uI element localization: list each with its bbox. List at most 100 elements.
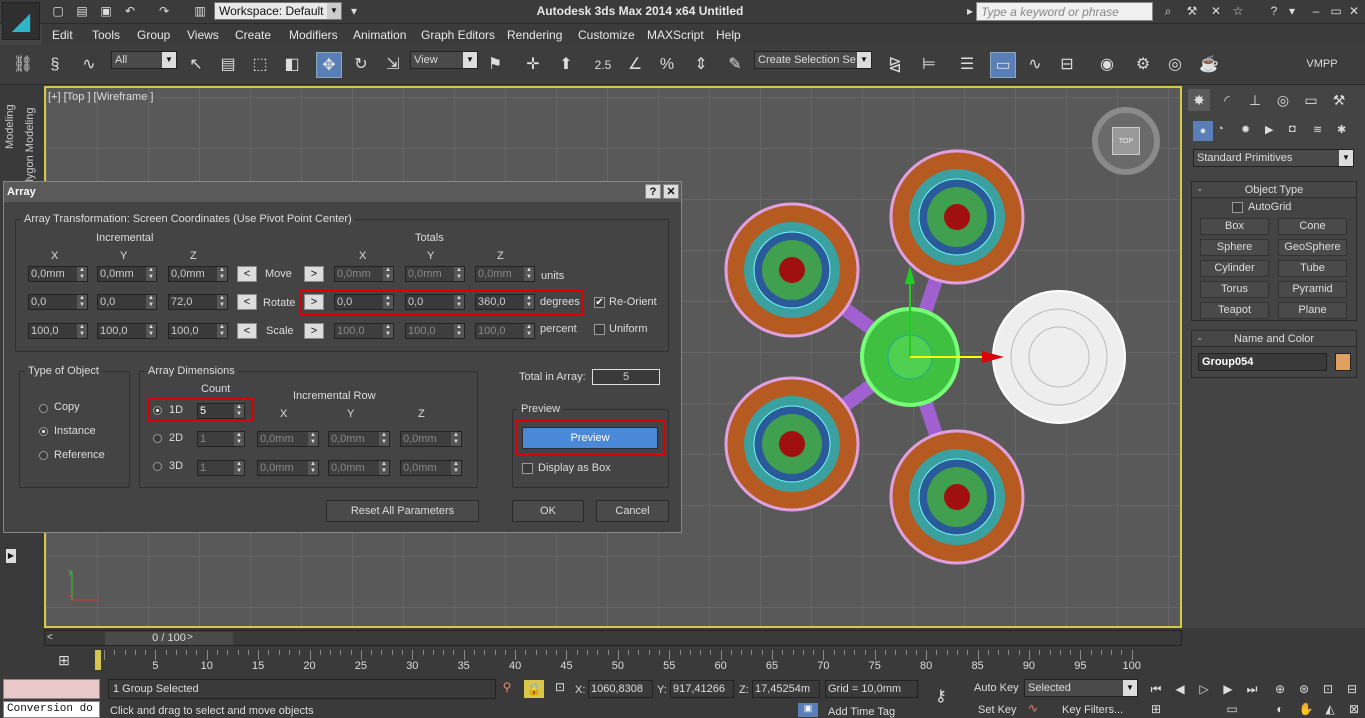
minimize-icon[interactable]: – (1308, 3, 1324, 19)
quick-access-dropdown-icon[interactable]: ▾ (346, 3, 362, 19)
systems-icon[interactable]: ✱ (1337, 123, 1346, 136)
go-to-start-icon[interactable]: ⏮ (1146, 680, 1166, 698)
pyramid-button[interactable]: Pyramid (1278, 281, 1347, 298)
rendered-frame-window-icon[interactable]: ◎ (1162, 52, 1188, 78)
absolute-mode-icon[interactable]: ⊡ (553, 680, 567, 698)
move-right-arrow-button[interactable]: > (304, 266, 324, 282)
close-icon[interactable]: ✕ (1346, 3, 1362, 19)
project-folder-icon[interactable]: ▥ (192, 3, 208, 19)
viewcube-face-top[interactable]: TOP (1112, 127, 1140, 155)
name-and-color-header[interactable]: - Name and Color (1192, 331, 1356, 347)
vmpp-button[interactable]: VMPP (1296, 53, 1348, 75)
viewport-label[interactable]: [+] [Top ] [Wireframe ] (48, 91, 153, 103)
2d-radio[interactable] (153, 434, 162, 443)
hierarchy-tab-icon[interactable]: ⊥ (1244, 89, 1266, 111)
object-type-header[interactable]: - Object Type (1192, 182, 1356, 198)
percent-snap-icon[interactable]: % (654, 52, 680, 78)
menu-group[interactable]: Group (137, 28, 170, 42)
named-selection-sets-dropdown[interactable]: Create Selection Se ▼ (754, 51, 872, 69)
selection-lock-icon[interactable]: 🔒 (524, 680, 544, 698)
time-slider-track[interactable]: < 0 / 100 > (44, 630, 1182, 646)
workspace-dropdown[interactable]: Workspace: Default ▼ (214, 2, 342, 20)
slider-prev-icon[interactable]: < (47, 632, 53, 643)
add-time-tag-icon[interactable]: ▣ (798, 703, 818, 717)
help-dropdown-icon[interactable]: ▾ (1284, 3, 1300, 19)
save-icon[interactable]: ▣ (98, 3, 114, 19)
object-color-swatch[interactable] (1335, 353, 1351, 371)
tot-move-z[interactable]: 0,0mm ▲ ▼ (475, 266, 535, 282)
curve-editor-icon[interactable]: ∿ (1022, 52, 1048, 78)
preview-button[interactable]: Preview (522, 427, 658, 449)
unlink-icon[interactable]: § (42, 52, 68, 78)
row-2d-z[interactable]: 0,0mm ▲ ▼ (400, 431, 462, 447)
z-coord-field[interactable]: 17,45254m (752, 680, 820, 698)
modify-tab-icon[interactable]: ◜ (1216, 89, 1238, 111)
inc-move-y[interactable]: 0,0mm ▲ ▼ (97, 266, 157, 282)
dialog-title[interactable]: Array (4, 182, 681, 202)
cancel-button[interactable]: Cancel (596, 500, 669, 522)
instance-radio[interactable] (39, 427, 48, 436)
walk-through-icon[interactable]: ⊠ (1344, 700, 1364, 718)
help-icon[interactable]: ? (1266, 3, 1282, 19)
select-and-move-icon[interactable]: ✥ (316, 52, 342, 78)
scale-left-arrow-button[interactable]: < (237, 323, 257, 339)
snaps-toggle-icon[interactable]: 2.5 (590, 52, 616, 78)
layer-manager-icon[interactable]: ☰ (954, 52, 980, 78)
plane-button[interactable]: Plane (1278, 302, 1347, 319)
add-time-tag-label[interactable]: Add Time Tag (828, 706, 895, 718)
geosphere-button[interactable]: GeoSphere (1278, 239, 1347, 256)
tot-move-x[interactable]: 0,0mm ▲ ▼ (334, 266, 394, 282)
previous-frame-icon[interactable]: ◀ (1170, 680, 1190, 698)
orbit-icon[interactable]: ◐ (1270, 700, 1290, 718)
display-as-box-checkbox[interactable] (522, 463, 533, 474)
inc-scale-z[interactable]: 100,0 ▲ ▼ (168, 323, 228, 339)
x-coord-field[interactable]: 1060,8308 (588, 680, 653, 698)
tot-scale-y[interactable]: 100,0 ▲ ▼ (405, 323, 465, 339)
menu-rendering[interactable]: Rendering (507, 28, 562, 42)
inc-move-z[interactable]: 0,0mm ▲ ▼ (168, 266, 228, 282)
angle-snap-icon[interactable]: ∠ (622, 52, 648, 78)
primitive-category-dropdown[interactable]: Standard Primitives ▼ (1193, 149, 1354, 167)
inc-scale-x[interactable]: 100,0 ▲ ▼ (28, 323, 88, 339)
cone-button[interactable]: Cone (1278, 218, 1347, 235)
dialog-help-button[interactable]: ? (645, 184, 661, 199)
pan-icon[interactable]: ✋ (1296, 700, 1316, 718)
viewcube[interactable]: TOP (1092, 107, 1160, 175)
row-3d-y[interactable]: 0,0mm ▲ ▼ (328, 460, 390, 476)
create-tab-icon[interactable]: ✸ (1188, 89, 1210, 111)
autogrid-checkbox[interactable] (1232, 202, 1243, 213)
count-1d[interactable]: 5 ▲ ▼ (197, 403, 245, 419)
select-and-scale-icon[interactable]: ⇲ (380, 52, 406, 78)
inc-scale-y[interactable]: 100,0 ▲ ▼ (97, 323, 157, 339)
next-frame-icon[interactable]: ▶ (1218, 680, 1238, 698)
scale-right-arrow-button[interactable]: > (304, 323, 324, 339)
mini-curve-editor-icon[interactable]: ⊞ (52, 652, 76, 670)
reset-all-parameters-button[interactable]: Reset All Parameters (326, 500, 479, 522)
sphere-button[interactable]: Sphere (1200, 239, 1269, 256)
lights-icon[interactable]: ✹ (1241, 123, 1250, 136)
cameras-icon[interactable]: ▶ (1265, 123, 1273, 136)
edit-named-selection-icon[interactable]: ✎ (722, 52, 748, 78)
isolate-selection-icon[interactable]: ⚲ (500, 680, 514, 698)
shapes-icon[interactable]: ◔ (1217, 123, 1224, 135)
utilities-tab-icon[interactable]: ⚒ (1328, 89, 1350, 111)
slider-next-icon[interactable]: > (187, 632, 193, 643)
frame-number-icon[interactable]: ▭ (1222, 700, 1242, 718)
zoom-icon[interactable]: ⊕ (1270, 680, 1290, 698)
maxscript-listener-mini[interactable] (3, 679, 100, 699)
key-mode-dropdown[interactable]: Selected ▼ (1024, 679, 1138, 697)
menu-customize[interactable]: Customize (578, 28, 635, 42)
keyboard-shortcut-override-icon[interactable]: ⬆ (553, 52, 579, 78)
move-left-arrow-button[interactable]: < (237, 266, 257, 282)
torus-button[interactable]: Torus (1200, 281, 1269, 298)
spinner-snap-icon[interactable]: ⇕ (688, 52, 714, 78)
reorient-checkbox[interactable]: ✔ (594, 297, 605, 308)
new-file-icon[interactable]: ▢ (50, 3, 66, 19)
selection-filter-dropdown[interactable]: All ▼ (111, 51, 177, 69)
row-3d-z[interactable]: 0,0mm ▲ ▼ (400, 460, 462, 476)
app-logo-icon[interactable]: ◢ (2, 2, 40, 40)
inc-move-x[interactable]: 0,0mm ▲ ▼ (28, 266, 88, 282)
schematic-view-icon[interactable]: ⊟ (1054, 52, 1080, 78)
inc-rotate-z[interactable]: 72,0 ▲ ▼ (168, 294, 228, 310)
menu-modifiers[interactable]: Modifiers (289, 28, 338, 42)
